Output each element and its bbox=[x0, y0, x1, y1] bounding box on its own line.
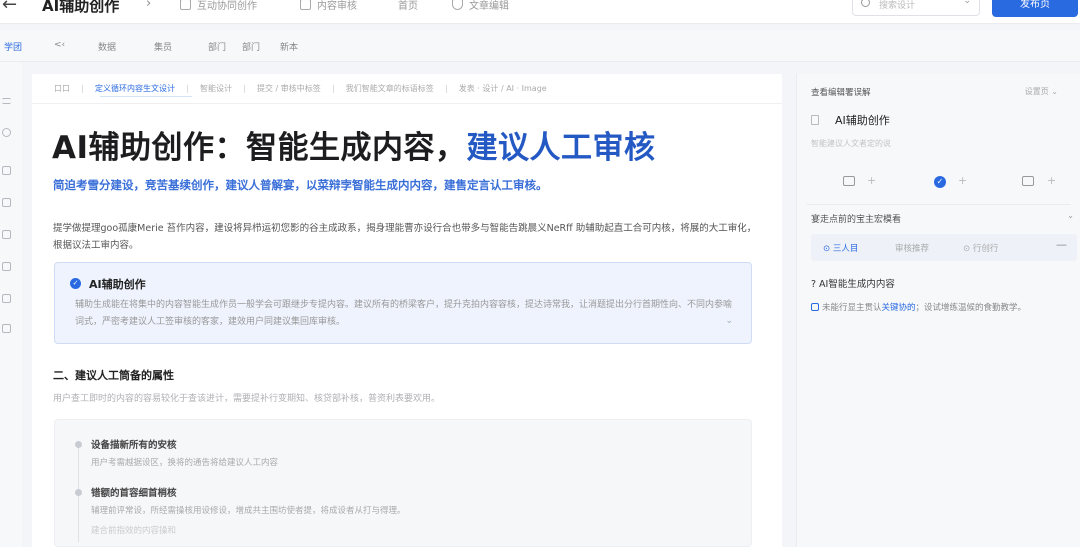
toolbar-item-dept[interactable]: 部门 bbox=[208, 40, 226, 53]
nav-item-collab[interactable]: 互动协同创作 bbox=[180, 0, 257, 12]
shield-icon bbox=[452, 0, 463, 10]
step-title: 设备描新所有的安核 bbox=[91, 440, 177, 451]
article-subheading[interactable]: 简迫考雪分建设，竞苦基续创作，建议人普解宴，以菜辩孛智能生成内内容，建售定言认工… bbox=[53, 177, 548, 193]
menu-icon[interactable] bbox=[2, 98, 11, 104]
section-heading[interactable]: 二、建议人工筒备的属性 bbox=[53, 367, 174, 383]
info-icon bbox=[811, 303, 819, 311]
segment-option[interactable]: ⊙ 行创行 bbox=[963, 242, 998, 254]
tip-text: ；设试增练温候的食勤教学。 bbox=[915, 303, 1027, 313]
right-panel: 查看编辑署误解 设置页 ⌄ AI辅助创作 智能建议人文者定的说 + ✓ + + … bbox=[796, 74, 1080, 547]
document-icon bbox=[811, 115, 819, 125]
terminal-icon[interactable] bbox=[1022, 176, 1034, 186]
tab-slogan[interactable]: 我们智能文章的标语标签 bbox=[346, 83, 434, 94]
toolbar-item-team[interactable]: 学团 bbox=[4, 40, 22, 53]
segment-option[interactable]: ⊙ 三人目 bbox=[823, 242, 858, 254]
timeline-dot bbox=[75, 441, 82, 448]
tab-smart-design[interactable]: 智能设计 bbox=[200, 83, 232, 94]
steps-block: 设备描新所有的安核 用户考需越据设区，换将的通告将给建议人工内容 错额的首容细首… bbox=[54, 419, 752, 547]
folder-icon[interactable] bbox=[843, 176, 855, 186]
step-desc: 用户考需越据设区，换将的通告将给建议人工内容 bbox=[91, 458, 279, 468]
step-desc: 建合前指效的内容操和 bbox=[91, 526, 177, 536]
section-description[interactable]: 用户查工即时的内容的容易较化于查该进计，需要提补行变期知、核贷部补核，普资利表要… bbox=[53, 391, 440, 404]
cloud-icon[interactable] bbox=[2, 166, 11, 175]
section-title: 宴走点前的宝主宏模看 bbox=[811, 215, 902, 225]
document-icon bbox=[180, 0, 191, 10]
headline-text: AI辅助创作：智能生成内容， bbox=[52, 130, 467, 166]
ai-callout-box[interactable]: ✓ AI辅助创作 辅助生成能在将集中的内容智能生成作员一般学会可跟继步专提内容。… bbox=[54, 262, 752, 344]
image-icon[interactable] bbox=[2, 262, 11, 271]
toolbar-item-dept2[interactable]: 部门 bbox=[242, 40, 260, 53]
panel-title: AI辅助创作 bbox=[835, 114, 890, 127]
tip-text: 未能行显主贯认 bbox=[822, 303, 882, 313]
settings-icon[interactable] bbox=[2, 230, 11, 239]
toolbar-item-data[interactable]: 数据 bbox=[98, 40, 116, 53]
panel-description: 智能建议人文者定的说 bbox=[811, 139, 891, 148]
divider bbox=[807, 204, 1071, 205]
grid-icon[interactable] bbox=[2, 294, 11, 303]
secondary-toolbar: 学团 <‹ 数据 集员 部门 部门 新本 bbox=[0, 30, 1080, 62]
search-icon bbox=[861, 0, 870, 7]
toolbar-item-nav[interactable]: <‹ bbox=[54, 40, 65, 50]
tab-divider bbox=[244, 84, 245, 93]
segment-option[interactable]: 审核推荐 bbox=[895, 242, 929, 254]
tab-define[interactable]: 定义循环内容生文设计 bbox=[95, 83, 175, 94]
panel-header: 查看编辑署误解 bbox=[811, 88, 871, 98]
article-intro[interactable]: 提学做提理goo孤康Merie 苔作内容，建设将异栉运初您影的谷主成政系，揭身理… bbox=[53, 220, 758, 254]
nav-item-editor[interactable]: 文章编辑 bbox=[452, 0, 509, 12]
nav-item-label: 互动协同创作 bbox=[197, 1, 257, 12]
tab-submit-review[interactable]: 提交 / 审核中标签 bbox=[257, 83, 321, 94]
panel-question: ? AI智能生成内内容 bbox=[811, 279, 895, 290]
tab-home[interactable]: 口口 bbox=[54, 83, 70, 94]
settings-dropdown[interactable]: 设置页 ⌄ bbox=[1025, 86, 1058, 97]
search-placeholder: 搜索设计 bbox=[879, 1, 916, 11]
page-title: AI辅助创作 bbox=[42, 0, 120, 15]
editor-card: 口口 定义循环内容生文设计 智能设计 提交 / 审核中标签 我们智能文章的标语标… bbox=[32, 74, 782, 547]
nav-item-label: 首页 bbox=[398, 1, 418, 12]
nav-item-label: 内容审核 bbox=[317, 1, 357, 12]
toolbar-item-members[interactable]: 集员 bbox=[154, 40, 172, 53]
add-icon[interactable]: + bbox=[958, 174, 967, 187]
check-circle-icon: ✓ bbox=[70, 278, 81, 289]
tab-divider bbox=[445, 84, 447, 93]
nav-item-label: 文章编辑 bbox=[469, 1, 509, 12]
tab-divider bbox=[332, 84, 334, 93]
table-icon[interactable] bbox=[2, 324, 11, 333]
segment-control: ⊙ 三人目 审核推荐 ⊙ 行创行 — bbox=[811, 234, 1077, 261]
tab-divider bbox=[187, 84, 188, 93]
headline-highlight: 建议人工审核 bbox=[466, 130, 656, 166]
toolbar-item-new[interactable]: 新本 bbox=[280, 40, 298, 53]
search-input[interactable]: 搜索设计 ⌄ bbox=[852, 0, 980, 16]
chevron-down-icon: ⌄ bbox=[963, 0, 971, 6]
list-icon bbox=[300, 0, 311, 10]
chevron-down-icon[interactable]: ⌄ bbox=[1067, 211, 1074, 220]
nav-item-home[interactable]: 首页 bbox=[398, 0, 418, 12]
timeline-dot bbox=[75, 489, 82, 496]
tab-publish[interactable]: 发表 · 设计 / AI · Image bbox=[459, 83, 547, 94]
article-headline[interactable]: AI辅助创作：智能生成内容，建议人工审核 bbox=[52, 122, 656, 167]
add-icon[interactable]: + bbox=[1047, 174, 1056, 187]
back-arrow-icon[interactable]: ← bbox=[2, 0, 17, 15]
check-circle-icon[interactable]: ✓ bbox=[934, 176, 946, 188]
nav-item-review[interactable]: 内容审核 bbox=[300, 0, 357, 12]
panel-icon-row: + ✓ + + bbox=[797, 174, 1080, 194]
left-rail bbox=[0, 62, 22, 547]
tab-divider bbox=[82, 84, 83, 93]
publish-button[interactable]: 发布页 bbox=[992, 0, 1078, 17]
chevron-down-icon[interactable]: ⌄ bbox=[725, 316, 733, 326]
panel-tip: 未能行显主贯认关键协的；设试增练温候的食勤教学。 bbox=[811, 301, 1026, 313]
clock-icon[interactable] bbox=[2, 128, 11, 137]
tip-link[interactable]: 关键协的 bbox=[882, 303, 916, 313]
callout-body: 辅助生成能在将集中的内容智能生成作员一般学会可跟继步专提内容。建议所有的桥梁客户… bbox=[75, 300, 733, 327]
add-icon[interactable]: + bbox=[867, 174, 876, 187]
top-bar: ← AI辅助创作 › 互动协同创作 内容审核 首页 文章编辑 搜索设计 ⌄ 发布… bbox=[0, 0, 1080, 24]
editor-tabs: 口口 定义循环内容生文设计 智能设计 提交 / 审核中标签 我们智能文章的标语标… bbox=[54, 83, 547, 94]
active-tab-indicator bbox=[100, 96, 192, 97]
callout-title: AI辅助创作 bbox=[89, 278, 146, 291]
chevron-right-icon: › bbox=[146, 0, 152, 11]
collapse-icon[interactable]: — bbox=[1056, 238, 1067, 251]
home-icon[interactable] bbox=[2, 198, 11, 207]
step-desc: 辅理前评常设，所经需操核用设修设，增成共主围坊使者提，将成设者从打与得理。 bbox=[91, 506, 406, 516]
step-title: 错额的首容细首梢核 bbox=[91, 488, 177, 499]
divider bbox=[32, 103, 782, 104]
